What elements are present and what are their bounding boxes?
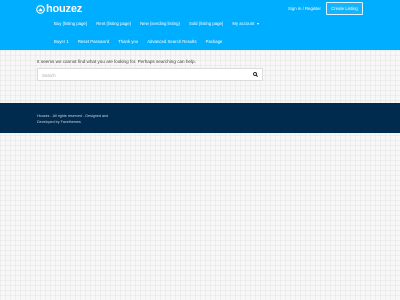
house-logo-icon [36,4,45,14]
nav-item-reset-password[interactable]: Reset Password [78,39,109,44]
caret-down-icon: ▼ [256,21,260,26]
search-input[interactable]: Search [42,72,242,79]
nav-item-advanced-search[interactable]: Advanced Search Results [147,39,196,44]
main-content: It seems we cannot find what you are loo… [37,59,263,81]
search-form: Search [37,68,263,81]
create-listing-button[interactable]: Create Listing [326,2,363,15]
not-found-message: It seems we cannot find what you are loo… [37,59,196,64]
footer-developed-by[interactable]: Developed by Favethemes [37,120,81,124]
nav-item-sold[interactable]: Sold (listing page) [189,21,223,26]
search-icon [253,72,258,78]
sign-in-register-link[interactable]: Sign In / Register [288,6,321,11]
nav-item-my-account[interactable]: My account ▼ [232,21,259,26]
main-nav-row-2: Buyer 1 Reset Password Thank you Advance… [54,37,231,45]
logo[interactable]: houzez [36,3,82,15]
logo-text: houzez [46,3,83,15]
nav-item-buy[interactable]: Buy (listing page) [54,21,87,26]
nav-item-package[interactable]: Package [206,39,223,44]
nav-item-new[interactable]: New (sending listing) [140,21,180,26]
nav-item-rent[interactable]: Rent (listing page) [96,21,131,26]
my-account-label: My account [232,20,255,26]
footer: Houzez - All rights reserved - Designed … [0,103,400,133]
search-button[interactable] [249,69,262,81]
nav-item-buyer[interactable]: Buyer 1 [54,39,69,44]
header: houzez Sign In / Register Create Listing… [0,0,400,50]
main-nav-row-1: Buy (listing page) Rent (listing page) N… [54,19,269,27]
nav-item-thank-you[interactable]: Thank you [118,39,138,44]
footer-copyright: Houzez - All rights reserved - Designed … [37,114,109,118]
